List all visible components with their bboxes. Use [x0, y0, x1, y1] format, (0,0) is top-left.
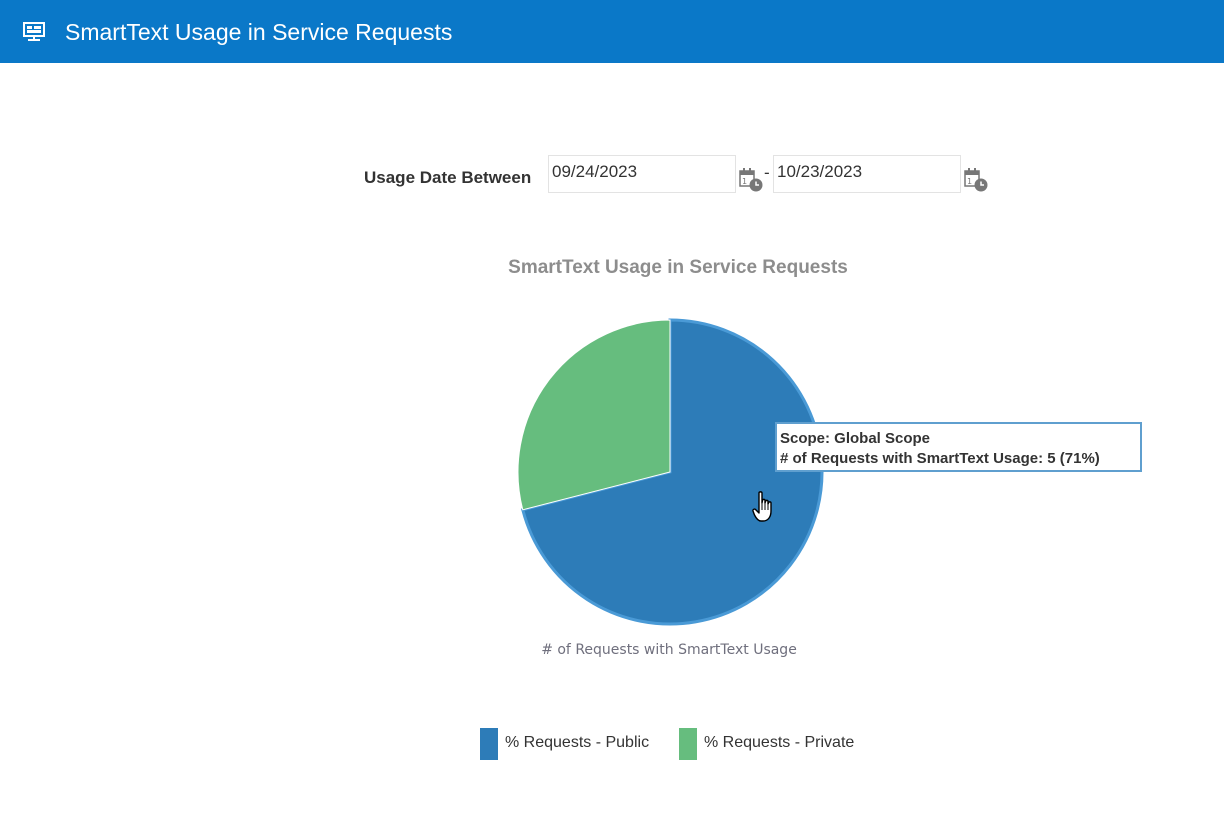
pie-value-label: # of Requests with SmartText Usage	[541, 642, 797, 658]
legend-swatch-public	[480, 728, 498, 760]
legend-label-private: % Requests - Private	[704, 734, 855, 751]
legend-swatch-private	[679, 728, 697, 760]
tooltip-scope-line: Scope: Global Scope	[780, 430, 931, 447]
legend-label-public: % Requests - Public	[505, 734, 650, 751]
pie-chart	[517, 318, 824, 626]
hand-cursor-icon	[752, 491, 772, 522]
chart-tooltip: Scope: Global Scope # of Requests with S…	[775, 422, 1142, 472]
tooltip-count-line: # of Requests with SmartText Usage: 5 (7…	[780, 450, 1100, 467]
